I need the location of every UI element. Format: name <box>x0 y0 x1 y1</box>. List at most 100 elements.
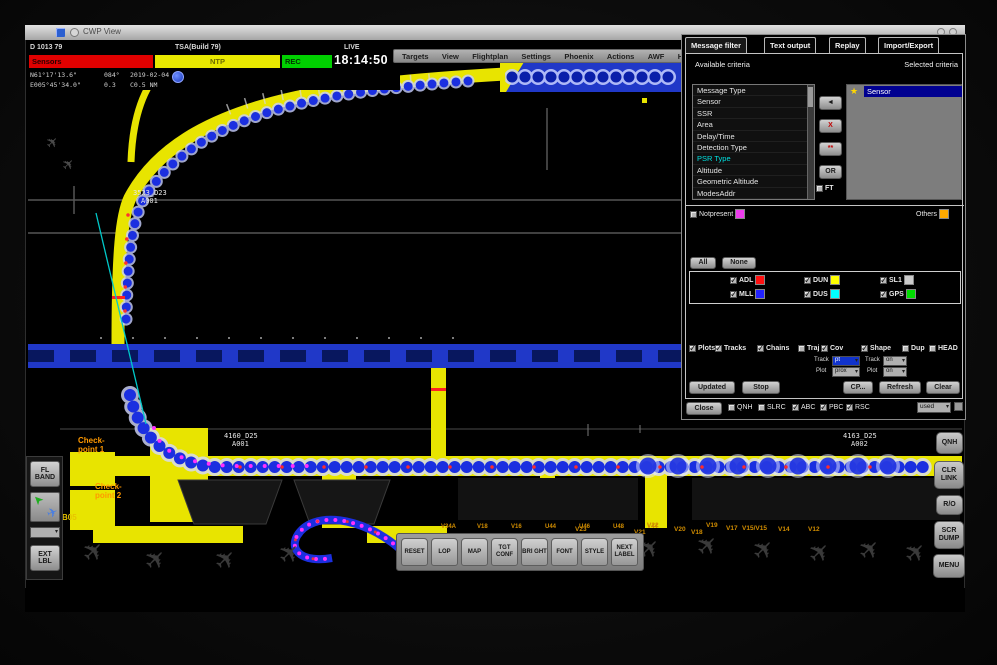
criteria-item[interactable]: Area <box>693 119 814 130</box>
app-menu-icon[interactable] <box>70 28 79 37</box>
available-criteria-list[interactable]: Message Type Sensor SSR Area Delay/Time … <box>692 84 815 200</box>
menu-flightplan[interactable]: Flightplan <box>472 52 508 61</box>
others-label: Others <box>916 211 937 218</box>
taxi-label: V34A <box>441 524 456 530</box>
criteria-item[interactable]: Altitude <box>693 165 814 176</box>
tab-text-output[interactable]: Text output <box>764 37 816 53</box>
criteria-item[interactable]: Message Type <box>693 85 814 96</box>
track-label-callsign[interactable]: A001 <box>232 440 249 448</box>
status-build: TSA(Build 79) <box>175 44 221 51</box>
slrc-checkbox[interactable] <box>758 404 765 411</box>
tracks-checkbox[interactable] <box>715 345 722 352</box>
track-label-callsign[interactable]: A002 <box>851 440 868 448</box>
criteria-item[interactable]: ModesAddr <box>693 188 814 199</box>
cov-plot-dropdown[interactable]: prox <box>832 367 860 377</box>
all-button[interactable]: All <box>690 257 716 269</box>
clear-button[interactable]: Clear <box>926 381 960 394</box>
sensor-mll-checkbox[interactable] <box>730 291 737 298</box>
notpresent-checkbox[interactable] <box>690 211 697 218</box>
none-button[interactable]: None <box>722 257 756 269</box>
sensors-status-badge[interactable]: Sensors <box>29 55 153 68</box>
menu-view[interactable]: View <box>442 52 459 61</box>
rec-status-badge[interactable]: REC <box>282 55 332 68</box>
traj-checkbox[interactable] <box>798 345 805 352</box>
app-icon <box>56 28 65 37</box>
criteria-item[interactable]: Geometric Altitude <box>693 176 814 187</box>
criteria-item[interactable]: Delay/Time <box>693 131 814 142</box>
bright-button[interactable]: BRI GHT <box>521 538 548 566</box>
selected-criteria-item[interactable]: Sensor <box>864 86 962 97</box>
head-checkbox[interactable] <box>929 345 936 352</box>
remove-all-button[interactable]: ** <box>819 142 842 156</box>
menu-awf[interactable]: AWF <box>648 52 665 61</box>
cov-track-dropdown[interactable]: pt <box>832 356 860 366</box>
lop-button[interactable]: LOP <box>431 538 458 566</box>
criteria-item[interactable]: Detection Type <box>693 142 814 153</box>
clr-link-button[interactable]: CLR LINK <box>934 461 964 489</box>
cov-checkbox[interactable] <box>821 345 828 352</box>
chains-checkbox[interactable] <box>757 345 764 352</box>
tab-message-filter[interactable]: Message filter <box>685 37 747 53</box>
font-button[interactable]: FONT <box>551 538 578 566</box>
criteria-item-selected[interactable]: PSR Type <box>693 153 814 164</box>
menu-button[interactable]: MENU <box>933 554 965 578</box>
ro-button[interactable]: R/O <box>936 495 963 515</box>
sensor-gps-checkbox[interactable] <box>880 291 887 298</box>
stop-button[interactable]: Stop <box>742 381 780 394</box>
panel-resize-handle[interactable] <box>954 402 963 411</box>
notpresent-label: Notpresent <box>699 211 733 218</box>
list-scrollbar[interactable] <box>807 85 814 199</box>
criteria-item[interactable]: SSR <box>693 108 814 119</box>
checkpoint-1-label: Check-point 1 <box>78 437 105 454</box>
dup-checkbox[interactable] <box>902 345 909 352</box>
updated-button[interactable]: Updated <box>689 381 735 394</box>
sensor-adl-checkbox[interactable] <box>730 277 737 284</box>
track-label[interactable]: 4160_D25 <box>224 432 258 440</box>
tab-import-export[interactable]: Import/Export <box>878 37 939 53</box>
sensor-dun-checkbox[interactable] <box>804 277 811 284</box>
shape-track-dropdown[interactable]: on <box>883 356 907 366</box>
remove-criteria-button[interactable]: X <box>819 119 842 133</box>
qnh-checkbox[interactable] <box>728 404 735 411</box>
sensor-sl1-checkbox[interactable] <box>880 277 887 284</box>
used-dropdown[interactable]: used <box>917 402 951 413</box>
move-criteria-button[interactable]: ◄ <box>819 96 842 110</box>
close-button[interactable]: Close <box>686 402 722 415</box>
pbc-checkbox[interactable] <box>820 404 827 411</box>
reset-button[interactable]: RESET <box>401 538 428 566</box>
shape-plot-dropdown[interactable]: on <box>883 367 907 377</box>
menu-settings[interactable]: Settings <box>521 52 551 61</box>
shape-checkbox[interactable] <box>861 345 868 352</box>
scr-dump-button[interactable]: SCR DUMP <box>934 521 964 549</box>
rsc-checkbox[interactable] <box>846 404 853 411</box>
ntp-status-badge[interactable]: NTP <box>155 55 280 68</box>
criteria-item[interactable]: Sensor <box>693 96 814 107</box>
next-label-button[interactable]: NEXT LABEL <box>611 538 638 566</box>
track-label[interactable]: 4163_D25 <box>843 432 877 440</box>
taxi-label: V12 <box>808 526 820 533</box>
abc-checkbox[interactable] <box>792 404 799 411</box>
track-label[interactable]: 3523_D23 <box>133 189 167 197</box>
selected-criteria-list[interactable]: Sensor <box>846 84 962 200</box>
sensor-sl1-swatch <box>904 275 914 285</box>
menu-targets[interactable]: Targets <box>402 52 429 61</box>
fl-band-button[interactable]: FL BAND <box>30 461 60 487</box>
sensor-dus-checkbox[interactable] <box>804 291 811 298</box>
tab-replay[interactable]: Replay <box>829 37 866 53</box>
ft-checkbox[interactable] <box>816 185 823 192</box>
tgt-conf-button[interactable]: TGT CONF <box>491 538 518 566</box>
track-label-callsign[interactable]: A001 <box>141 197 158 205</box>
menu-phoenix[interactable]: Phoenix <box>564 52 593 61</box>
plots-checkbox[interactable] <box>689 345 696 352</box>
map-button[interactable]: MAP <box>461 538 488 566</box>
or-button[interactable]: OR <box>819 165 842 179</box>
refresh-button[interactable]: Refresh <box>879 381 921 394</box>
menu-actions[interactable]: Actions <box>607 52 635 61</box>
ext-lbl-button[interactable]: EXT LBL <box>30 545 60 571</box>
style-button[interactable]: STYLE <box>581 538 608 566</box>
qnh-button[interactable]: QNH <box>936 432 963 454</box>
cp-button[interactable]: CP... <box>843 381 873 394</box>
pointer-tool-tile[interactable] <box>30 492 60 522</box>
taxi-label: V17 <box>726 525 738 532</box>
left-tools-dropdown[interactable] <box>30 527 60 538</box>
